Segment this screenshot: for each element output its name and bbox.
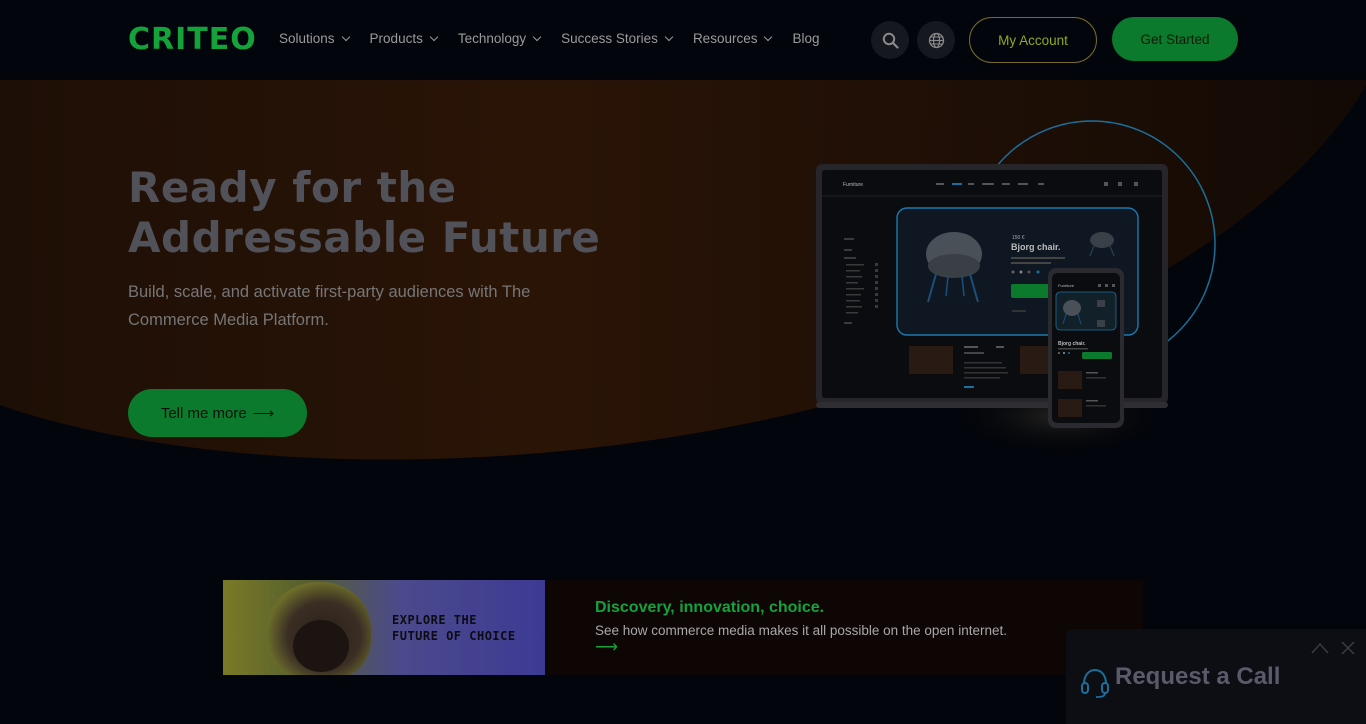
language-button[interactable]: [917, 21, 955, 59]
nav-item-label: Solutions: [279, 31, 335, 46]
nav-links: Solutions Products Technology Success St…: [279, 31, 820, 46]
nav-item-label: Products: [369, 31, 423, 46]
nav-item-products[interactable]: Products: [369, 31, 439, 46]
top-navigation: CRITEO Solutions Products Technology Suc…: [0, 0, 1366, 80]
mockup-mobile-brand: Furniture: [1058, 283, 1075, 288]
request-call-label[interactable]: Request a Call: [1115, 663, 1280, 691]
get-started-button[interactable]: Get Started: [1112, 17, 1238, 61]
globe-icon: [928, 32, 944, 48]
mockup-mobile-product-name: Bjorg chair.: [1058, 341, 1086, 347]
hero-title-line-1: Ready for the: [128, 163, 457, 212]
nav-item-solutions[interactable]: Solutions: [279, 31, 350, 46]
nav-item-blog[interactable]: Blog: [792, 31, 819, 46]
nav-item-label: Blog: [792, 31, 820, 46]
promo-banner[interactable]: EXPLORE THE FUTURE OF CHOICE Discovery, …: [223, 580, 1143, 675]
product-mockup-illustration: Furniture 150 € Bjorg chair. Furniture B…: [800, 116, 1230, 456]
chevron-down-icon: [429, 32, 439, 42]
chevron-down-icon: [664, 32, 674, 42]
promo-caption-line-2: FUTURE OF CHOICE: [392, 629, 516, 643]
arrow-right-icon[interactable]: ⟶: [595, 640, 1007, 656]
nav-item-technology[interactable]: Technology: [457, 31, 542, 46]
promo-image-caption: EXPLORE THE FUTURE OF CHOICE: [392, 612, 542, 644]
chevron-up-icon: [1311, 642, 1329, 654]
search-button[interactable]: [871, 21, 909, 59]
promo-title[interactable]: Discovery, innovation, choice.: [595, 599, 1007, 617]
nav-item-resources[interactable]: Resources: [692, 31, 773, 46]
my-account-button[interactable]: My Account: [969, 17, 1097, 63]
nav-item-success-stories[interactable]: Success Stories: [561, 31, 674, 46]
promo-image: EXPLORE THE FUTURE OF CHOICE: [223, 580, 545, 675]
criteo-logo[interactable]: CRITEO: [128, 24, 260, 56]
promo-description: See how commerce media makes it all poss…: [595, 623, 1007, 638]
promo-text: Discovery, innovation, choice. See how c…: [545, 580, 1007, 675]
chevron-down-icon: [764, 32, 773, 42]
chevron-down-icon: [341, 32, 350, 42]
tell-me-more-button[interactable]: Tell me more ⟶: [128, 389, 307, 437]
nav-item-label: Technology: [457, 31, 527, 46]
hero-title-line-2: Addressable Future: [128, 213, 601, 262]
hero-title: Ready for the Addressable Future: [128, 163, 688, 263]
tell-me-more-label: Tell me more: [160, 404, 247, 422]
request-call-widget: Request a Call: [1066, 629, 1366, 724]
mockup-product-price: 150 €: [1012, 235, 1025, 241]
portrait-face: [293, 620, 349, 672]
hero-subtitle: Build, scale, and activate first-party a…: [128, 283, 531, 329]
collapse-button[interactable]: [1310, 639, 1330, 657]
close-icon: [1341, 641, 1355, 655]
close-button[interactable]: [1338, 639, 1358, 657]
chevron-down-icon: [532, 32, 542, 42]
arrow-right-icon: ⟶: [252, 405, 275, 422]
nav-item-label: Success Stories: [561, 31, 658, 46]
headset-icon[interactable]: [1080, 667, 1110, 699]
mockup-product-name: Bjorg chair.: [1011, 242, 1061, 252]
mockup-desktop-brand: Furniture: [843, 182, 863, 188]
promo-caption-line-1: EXPLORE THE: [392, 613, 477, 627]
search-icon: [882, 32, 899, 49]
nav-item-label: Resources: [692, 31, 758, 46]
